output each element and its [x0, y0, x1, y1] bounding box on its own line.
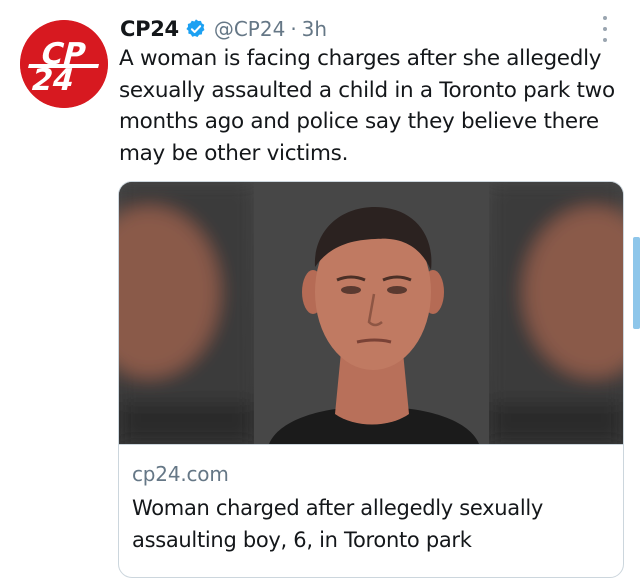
card-domain[interactable]: cp24.com	[132, 462, 229, 486]
tweet-header: CP24 @CP24 · 3h	[120, 13, 327, 45]
card-image[interactable]	[119, 182, 623, 444]
separator-dot: ·	[290, 17, 297, 41]
scrollbar[interactable]	[633, 237, 640, 329]
more-vertical-icon[interactable]	[598, 16, 612, 42]
logo-stripe	[28, 64, 100, 68]
tweet-text: A woman is facing charges after she alle…	[119, 46, 615, 166]
mugshot-photo	[119, 182, 623, 444]
author-handle[interactable]: @CP24	[214, 17, 285, 41]
avatar[interactable]: CP 24	[20, 20, 108, 108]
logo-bottom-text: 24	[28, 63, 78, 97]
author-name[interactable]: CP24	[120, 17, 179, 41]
verified-badge-icon	[185, 18, 207, 40]
card-title[interactable]: Woman charged after allegedly sexually a…	[132, 492, 612, 556]
card-divider	[119, 444, 623, 445]
link-card[interactable]: cp24.com Woman charged after allegedly s…	[118, 181, 624, 578]
tweet[interactable]: CP 24 CP24 @CP24 · 3h A woman is facing …	[0, 0, 640, 578]
cp24-logo: CP 24	[20, 20, 108, 108]
tweet-timestamp[interactable]: 3h	[302, 17, 327, 41]
